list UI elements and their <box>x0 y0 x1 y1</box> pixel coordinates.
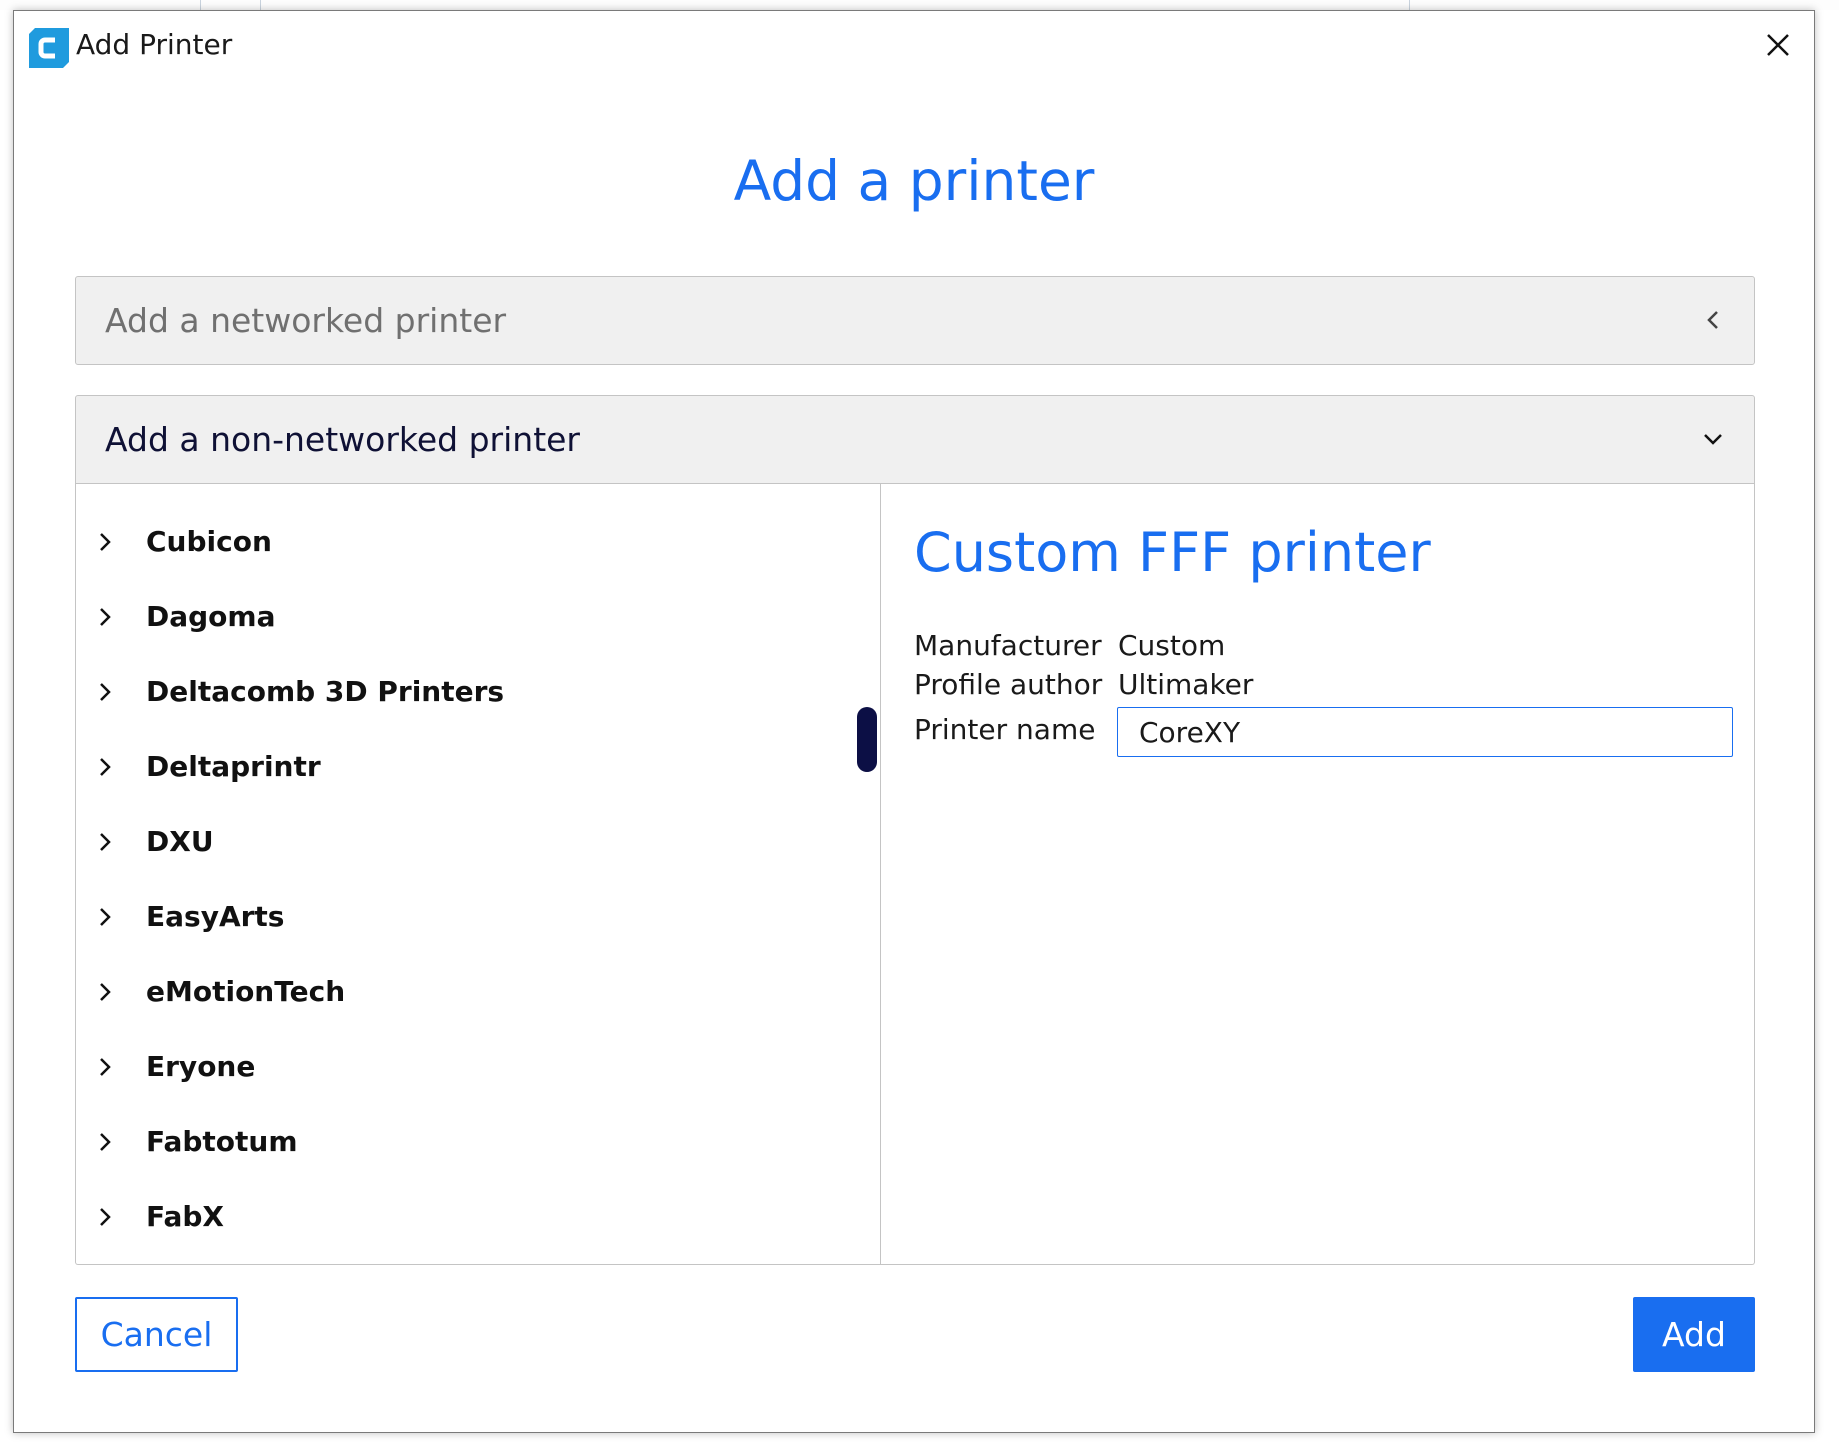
list-item[interactable]: Deltacomb 3D Printers <box>76 655 866 730</box>
manufacturer-name: Cubicon <box>146 525 272 558</box>
list-item[interactable]: Fabtotum <box>76 1105 866 1180</box>
printer-details: Custom FFF printer Manufacturer Custom P… <box>882 483 1754 1264</box>
list-item[interactable]: Cubicon <box>76 505 866 580</box>
cancel-button[interactable]: Cancel <box>75 1297 238 1372</box>
printer-manufacturer-list[interactable]: Creatbot Cubicon Dagoma Deltacomb 3D Printe… <box>76 483 881 1264</box>
non-networked-printer-label: Add a non-networked printer <box>105 420 581 459</box>
add-button[interactable]: Add <box>1633 1297 1755 1372</box>
chevron-right-icon <box>100 683 111 701</box>
manufacturer-list: Creatbot Cubicon Dagoma Deltacomb 3D Printe… <box>76 483 866 1255</box>
chevron-right-icon <box>100 758 111 776</box>
window-title: Add Printer <box>76 28 233 61</box>
chevron-right-icon <box>100 533 111 551</box>
list-item[interactable]: Creatbot <box>76 483 866 505</box>
page-title: Add a printer <box>733 149 1095 213</box>
chevron-right-icon <box>100 608 111 626</box>
list-item[interactable]: DXU <box>76 805 866 880</box>
selected-printer-title: Custom FFF printer <box>914 521 1431 584</box>
manufacturer-label: Manufacturer <box>914 629 1102 662</box>
manufacturer-name: EasyArts <box>146 900 285 933</box>
list-item[interactable]: Eryone <box>76 1030 866 1105</box>
networked-printer-section-header[interactable]: Add a networked printer <box>75 276 1755 365</box>
chevron-right-icon <box>100 1208 111 1226</box>
manufacturer-name: Fabtotum <box>146 1125 298 1158</box>
scrollbar-handle[interactable] <box>857 707 877 772</box>
chevron-right-icon <box>100 908 111 926</box>
chevron-right-icon <box>100 1058 111 1076</box>
title-bar: Add Printer <box>14 11 1814 77</box>
manufacturer-name: DXU <box>146 825 214 858</box>
profile-author-value: Ultimaker <box>1118 668 1254 701</box>
list-item[interactable]: Deltaprintr <box>76 730 866 805</box>
background-window-strip <box>0 0 1839 10</box>
list-item[interactable]: Dagoma <box>76 580 866 655</box>
list-item[interactable]: EasyArts <box>76 880 866 955</box>
manufacturer-name: Eryone <box>146 1050 256 1083</box>
manufacturer-name: Deltaprintr <box>146 750 321 783</box>
manufacturer-value: Custom <box>1118 629 1226 662</box>
manufacturer-name: eMotionTech <box>146 975 346 1008</box>
chevron-down-icon <box>1704 434 1722 445</box>
non-networked-printer-panel: Creatbot Cubicon Dagoma Deltacomb 3D Printe… <box>75 483 1755 1265</box>
cura-logo-icon <box>29 28 69 68</box>
close-icon[interactable] <box>1758 25 1798 65</box>
manufacturer-name: FabX <box>146 1200 225 1233</box>
chevron-right-icon <box>100 1133 111 1151</box>
non-networked-printer-section-header[interactable]: Add a non-networked printer <box>75 395 1755 484</box>
networked-printer-label: Add a networked printer <box>105 301 507 340</box>
chevron-right-icon <box>100 983 111 1001</box>
list-item[interactable]: eMotionTech <box>76 955 866 1030</box>
manufacturer-name: Dagoma <box>146 600 276 633</box>
add-printer-dialog: Add Printer Add a printer Add a networke… <box>13 10 1815 1433</box>
printer-name-input[interactable] <box>1117 707 1733 757</box>
profile-author-label: Profile author <box>914 668 1103 701</box>
printer-name-label: Printer name <box>914 713 1096 746</box>
chevron-left-icon <box>1707 311 1718 329</box>
chevron-right-icon <box>100 833 111 851</box>
list-item[interactable]: FabX <box>76 1180 866 1255</box>
manufacturer-name: Deltacomb 3D Printers <box>146 675 505 708</box>
